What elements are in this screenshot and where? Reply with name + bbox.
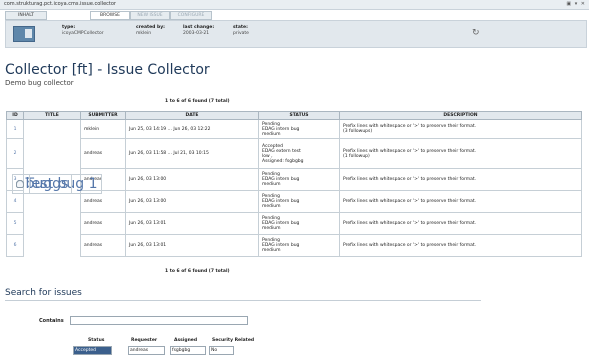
issue-description: Prefix lines with whitespace or '>' to p… xyxy=(339,212,582,235)
state-info: state: private xyxy=(233,25,249,36)
issues-table: ID TITLE SUBMITTER DATE STATUS DESCRIPTI… xyxy=(6,111,582,257)
table-row[interactable]: 4 andreas Jun 26, 03 13:00 Pending EDAG i… xyxy=(6,173,582,213)
table-row[interactable]: 6 andreas Jun 26, 03 13:01 Pending EDAG i… xyxy=(6,173,582,257)
col-submitter[interactable]: SUBMITTER xyxy=(80,111,126,120)
issue-status: Pending EDAG intern bug medium xyxy=(258,119,340,139)
issue-description: Prefix lines with whitespace or '>' to p… xyxy=(339,190,582,213)
last-change-info: last change: 2003-03-21 xyxy=(183,25,215,36)
creator-value[interactable]: mklein xyxy=(136,31,165,36)
issue-title-link[interactable]: buggs xyxy=(26,176,69,192)
col-date[interactable]: DATE xyxy=(125,111,259,120)
object-info-bar: type: icoyaCMPCollector created by: mkle… xyxy=(5,20,587,48)
section-divider xyxy=(5,300,481,301)
col-id[interactable]: ID xyxy=(6,111,24,120)
issue-id[interactable]: 2 xyxy=(6,138,24,169)
tab-bar: INHALT BROWSE NEW ISSUE CONFIGURE xyxy=(0,10,589,20)
issue-id[interactable]: 6 xyxy=(6,234,24,257)
results-count-top: 1 to 6 of 6 found (7 total) xyxy=(165,99,230,104)
state-value[interactable]: private xyxy=(233,31,249,36)
issue-status: Pending EDAG intern bug medium xyxy=(258,168,340,191)
table-row[interactable]: 5 andreas Jun 26, 03 13:01 Pending EDAG i… xyxy=(6,173,582,235)
col-title[interactable]: TITLE xyxy=(23,111,81,120)
issue-date: Jun 26, 03 13:00 xyxy=(125,190,259,213)
issue-date: Jun 26, 03 13:01 xyxy=(125,212,259,235)
table-row[interactable]: 1 Test bug 1 mklein Jun 25, 03 14:19 ...… xyxy=(6,119,582,194)
issue-submitter: andreas xyxy=(80,190,126,213)
issue-status: Pending EDAG intern bug medium xyxy=(258,234,340,257)
window-controls[interactable]: ▣ ▾ ✕ xyxy=(566,1,586,7)
issue-status: Accepted EDAG extern test low , Assigned: f… xyxy=(258,138,340,169)
issue-description: Prefix lines with whitespace or '>' to p… xyxy=(339,234,582,257)
issue-submitter: andreas xyxy=(80,212,126,235)
table-row[interactable]: 2 buggs andreas Jun 26, 03 11:58 ... Jul… xyxy=(6,138,582,194)
created-info: created by: mklein xyxy=(136,25,165,36)
last-change-value: 2003-03-21 xyxy=(183,31,210,36)
issue-status: Pending EDAG intern bug medium xyxy=(258,212,340,235)
security-filter-label: Security Related xyxy=(212,338,255,343)
contains-label: Contains xyxy=(39,318,64,324)
table-header-row: ID TITLE SUBMITTER DATE STATUS DESCRIPTI… xyxy=(6,111,582,120)
tab-inhalt[interactable]: INHALT xyxy=(5,11,47,20)
status-filter-label: Status xyxy=(88,338,105,343)
issue-id[interactable]: 1 xyxy=(6,119,24,139)
type-value: icoyaCMPCollector xyxy=(62,31,104,36)
issue-submitter: andreas xyxy=(80,234,126,257)
issue-description: Prefix lines with whitespace or '>' to p… xyxy=(339,168,582,191)
col-description[interactable]: DESCRIPTION xyxy=(339,111,582,120)
col-status[interactable]: STATUS xyxy=(258,111,340,120)
bug-icon xyxy=(15,179,24,188)
issue-description: Prefix lines with whitespace or '>' to p… xyxy=(339,138,582,169)
tab-configure[interactable]: CONFIGURE xyxy=(170,11,212,20)
issue-description: Prefix lines with whitespace or '>' to p… xyxy=(339,119,582,139)
contains-input[interactable] xyxy=(70,316,248,325)
issue-status: Pending EDAG intern bug medium xyxy=(258,190,340,213)
type-info: type: icoyaCMPCollector xyxy=(62,25,104,36)
page-subtitle: Demo bug collector xyxy=(5,79,74,87)
tab-new-issue[interactable]: NEW ISSUE xyxy=(130,11,170,20)
issue-submitter: mklein xyxy=(80,119,126,139)
object-path: com.strukturag.pct.icoya.cms.issue.colle… xyxy=(4,1,116,7)
results-count-bottom: 1 to 6 of 6 found (7 total) xyxy=(165,269,230,274)
window-titlebar: com.strukturag.pct.icoya.cms.issue.colle… xyxy=(0,0,589,10)
page-title: Collector [ft] - Issue Collector xyxy=(5,62,210,78)
issue-id[interactable]: 5 xyxy=(6,212,24,235)
tab-browse[interactable]: BROWSE xyxy=(90,11,130,20)
search-heading: Search for issues xyxy=(5,288,82,298)
issue-date: Jun 26, 03 13:00 xyxy=(125,168,259,191)
assigned-filter-label: Assigned xyxy=(174,338,198,343)
requester-filter-label: Requester xyxy=(131,338,158,343)
collector-folder-icon xyxy=(13,26,35,42)
issue-date: Jun 26, 03 11:58 ... Jul 21, 03 10:15 xyxy=(125,138,259,169)
issue-id[interactable]: 4 xyxy=(6,190,24,213)
issue-date: Jun 26, 03 13:01 xyxy=(125,234,259,257)
refresh-icon[interactable]: ↻ xyxy=(472,28,480,38)
issue-date: Jun 25, 03 14:19 ... Jun 26, 03 12:22 xyxy=(125,119,259,139)
issue-submitter: andreas xyxy=(80,138,126,169)
